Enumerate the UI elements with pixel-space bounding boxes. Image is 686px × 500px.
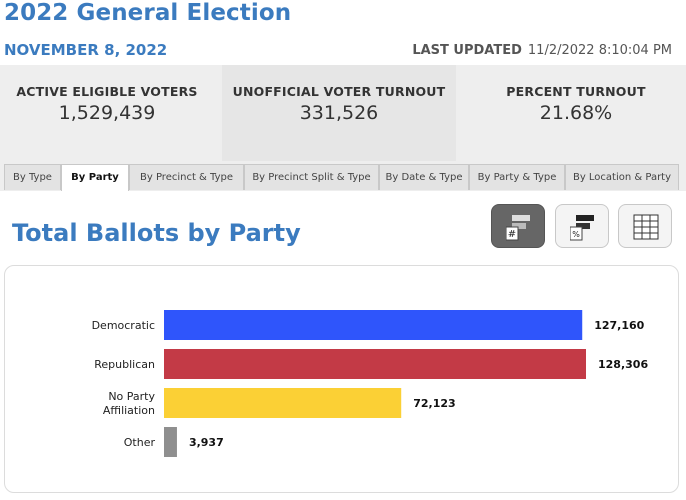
- category-label: Democratic: [92, 319, 155, 332]
- chart-panel: 127,160 Democratic 128,306 Republican 72,123…: [4, 265, 679, 493]
- value-label: 128,306: [598, 358, 648, 371]
- stat-label: UNOFFICIAL VOTER TURNOUT: [232, 84, 446, 99]
- stats-panel: ACTIVE ELIGIBLE VOTERS 1,529,439 UNOFFIC…: [0, 65, 686, 161]
- category-label: Republican: [94, 358, 155, 371]
- tab-by-date-type[interactable]: By Date & Type: [379, 164, 469, 190]
- tab-by-precinct-split-type[interactable]: By Precinct Split & Type: [244, 164, 379, 190]
- tab-by-type[interactable]: By Type: [4, 164, 61, 190]
- stat-value: 21.68%: [539, 102, 613, 124]
- stat-value: 1,529,439: [58, 102, 156, 124]
- tab-by-location-party[interactable]: By Location & Party: [565, 164, 679, 190]
- view-table-button[interactable]: [618, 204, 672, 248]
- section-title: Total Ballots by Party: [12, 219, 301, 247]
- bar-count-icon: #: [506, 215, 530, 241]
- last-updated-label: LAST UPDATED: [412, 43, 522, 58]
- tab-by-party-type[interactable]: By Party & Type: [469, 164, 565, 190]
- table-icon: [633, 214, 659, 240]
- view-count-button[interactable]: #: [491, 204, 545, 248]
- bar-democratic[interactable]: [164, 310, 583, 340]
- category-label: No Party Affiliation: [103, 390, 156, 417]
- party-bar-chart: 127,160 Democratic 128,306 Republican 72,123…: [92, 310, 648, 457]
- svg-text:#: #: [508, 229, 516, 240]
- stat-label: PERCENT TURNOUT: [506, 84, 646, 99]
- stat-label: ACTIVE ELIGIBLE VOTERS: [16, 84, 198, 99]
- value-label: 3,937: [189, 436, 224, 449]
- bar-republican[interactable]: [164, 349, 586, 379]
- value-label: 72,123: [413, 397, 455, 410]
- view-percent-button[interactable]: %: [555, 204, 609, 248]
- election-date: NOVEMBER 8, 2022: [4, 41, 168, 59]
- value-label: 127,160: [594, 319, 644, 332]
- stat-turnout: UNOFFICIAL VOTER TURNOUT 331,526: [222, 65, 456, 161]
- page-title: 2022 General Election: [4, 0, 292, 26]
- tab-by-party[interactable]: By Party: [61, 164, 129, 191]
- stat-percent-turnout: PERCENT TURNOUT 21.68%: [466, 65, 686, 161]
- tab-bar: By Type By Party By Precinct & Type By P…: [0, 161, 686, 191]
- bar-no-party-affiliation[interactable]: [164, 388, 402, 418]
- bar-other[interactable]: [164, 427, 177, 457]
- category-label: Other: [124, 436, 156, 449]
- stat-value: 331,526: [299, 102, 379, 124]
- stat-active-voters: ACTIVE ELIGIBLE VOTERS 1,529,439: [0, 65, 214, 161]
- svg-text:%: %: [572, 230, 580, 239]
- last-updated-value: 11/2/2022 8:10:04 PM: [527, 43, 672, 58]
- tab-by-precinct-type[interactable]: By Precinct & Type: [129, 164, 244, 190]
- bar-percent-icon: %: [570, 215, 594, 241]
- last-updated: LAST UPDATED 11/2/2022 8:10:04 PM: [412, 43, 672, 58]
